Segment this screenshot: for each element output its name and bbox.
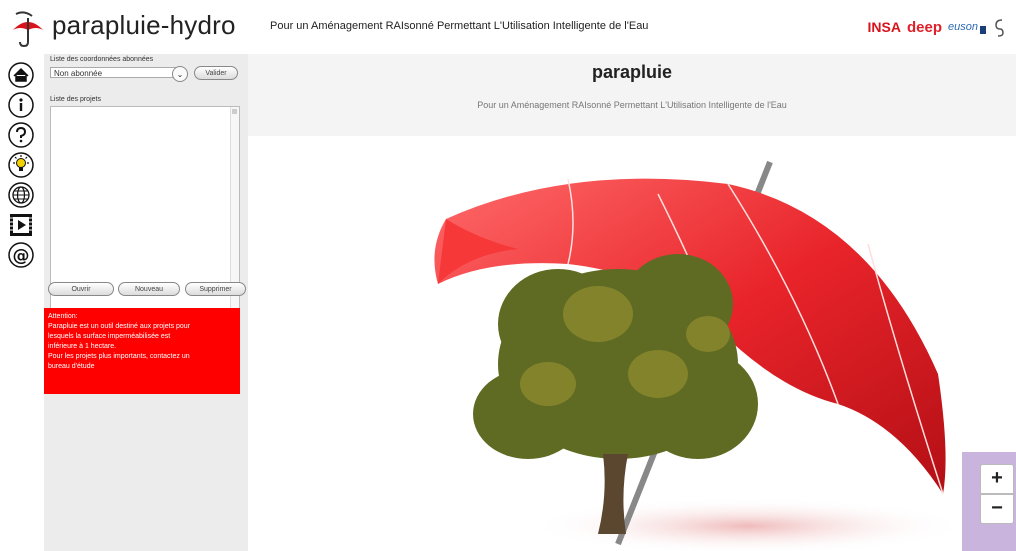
projects-panel: Liste des coordonnées abonnées Non abonn… bbox=[44, 54, 248, 551]
warning-line: lesquels la surface imperméabilisée est bbox=[48, 333, 171, 340]
main-content: parapluie Pour un Aménagement RAIsonné P… bbox=[248, 54, 1016, 551]
partner-logos: INSA deep euson bbox=[868, 14, 1006, 40]
new-button[interactable]: Nouveau bbox=[118, 282, 180, 296]
euson-logo: euson bbox=[948, 21, 978, 33]
umbrella-logo-icon[interactable] bbox=[10, 8, 46, 48]
lightbulb-icon[interactable] bbox=[8, 152, 34, 178]
warning-line: Parapluie est un outil destiné aux proje… bbox=[48, 323, 191, 330]
svg-text:@: @ bbox=[13, 246, 30, 266]
page-subtitle: Pour un Aménagement RAIsonné Permettant … bbox=[477, 100, 787, 110]
warning-title: Attention: bbox=[48, 313, 78, 320]
insa-logo: INSA bbox=[867, 19, 901, 35]
euson-mark-icon bbox=[980, 26, 986, 34]
video-icon[interactable] bbox=[8, 212, 34, 238]
at-icon[interactable]: @ bbox=[8, 242, 34, 268]
warning-box: Attention: Parapluie est un outil destin… bbox=[44, 308, 240, 394]
title-band: parapluie Pour un Aménagement RAIsonné P… bbox=[248, 54, 1016, 136]
globe-icon[interactable] bbox=[8, 182, 34, 208]
home-icon[interactable] bbox=[8, 62, 34, 88]
coord-select[interactable]: Non abonnée bbox=[50, 67, 182, 78]
map-widget: + − bbox=[962, 452, 1016, 551]
help-icon[interactable] bbox=[8, 122, 34, 148]
chevron-down-icon[interactable]: ⌄ bbox=[172, 66, 188, 82]
coord-label: Liste des coordonnées abonnées bbox=[50, 56, 154, 63]
delete-button[interactable]: Supprimer bbox=[185, 282, 246, 296]
umbrella-tree-illustration bbox=[434, 160, 958, 551]
partner-mini-logo-icon bbox=[995, 19, 1004, 37]
projects-label: Liste des projets bbox=[50, 96, 101, 103]
open-button[interactable]: Ouvrir bbox=[48, 282, 114, 296]
app-title[interactable]: parapluie-hydro bbox=[52, 10, 236, 41]
nav-icon-bar: @ bbox=[8, 62, 36, 272]
deep-logo: deep bbox=[907, 18, 943, 36]
zoom-out-button[interactable]: − bbox=[980, 494, 1014, 524]
header-tagline: Pour un Aménagement RAIsonné Permettant … bbox=[270, 20, 649, 32]
validate-button[interactable]: Valider bbox=[194, 66, 238, 80]
warning-line: Pour les projets plus importants, contac… bbox=[48, 353, 190, 360]
app-header: parapluie-hydro Pour un Aménagement RAIs… bbox=[0, 0, 1016, 54]
page-title: parapluie bbox=[591, 62, 673, 82]
warning-line: bureau d'étude bbox=[48, 363, 95, 370]
info-icon[interactable] bbox=[8, 92, 34, 118]
zoom-in-button[interactable]: + bbox=[980, 464, 1014, 494]
warning-line: inférieure à 1 hectare. bbox=[48, 343, 117, 350]
